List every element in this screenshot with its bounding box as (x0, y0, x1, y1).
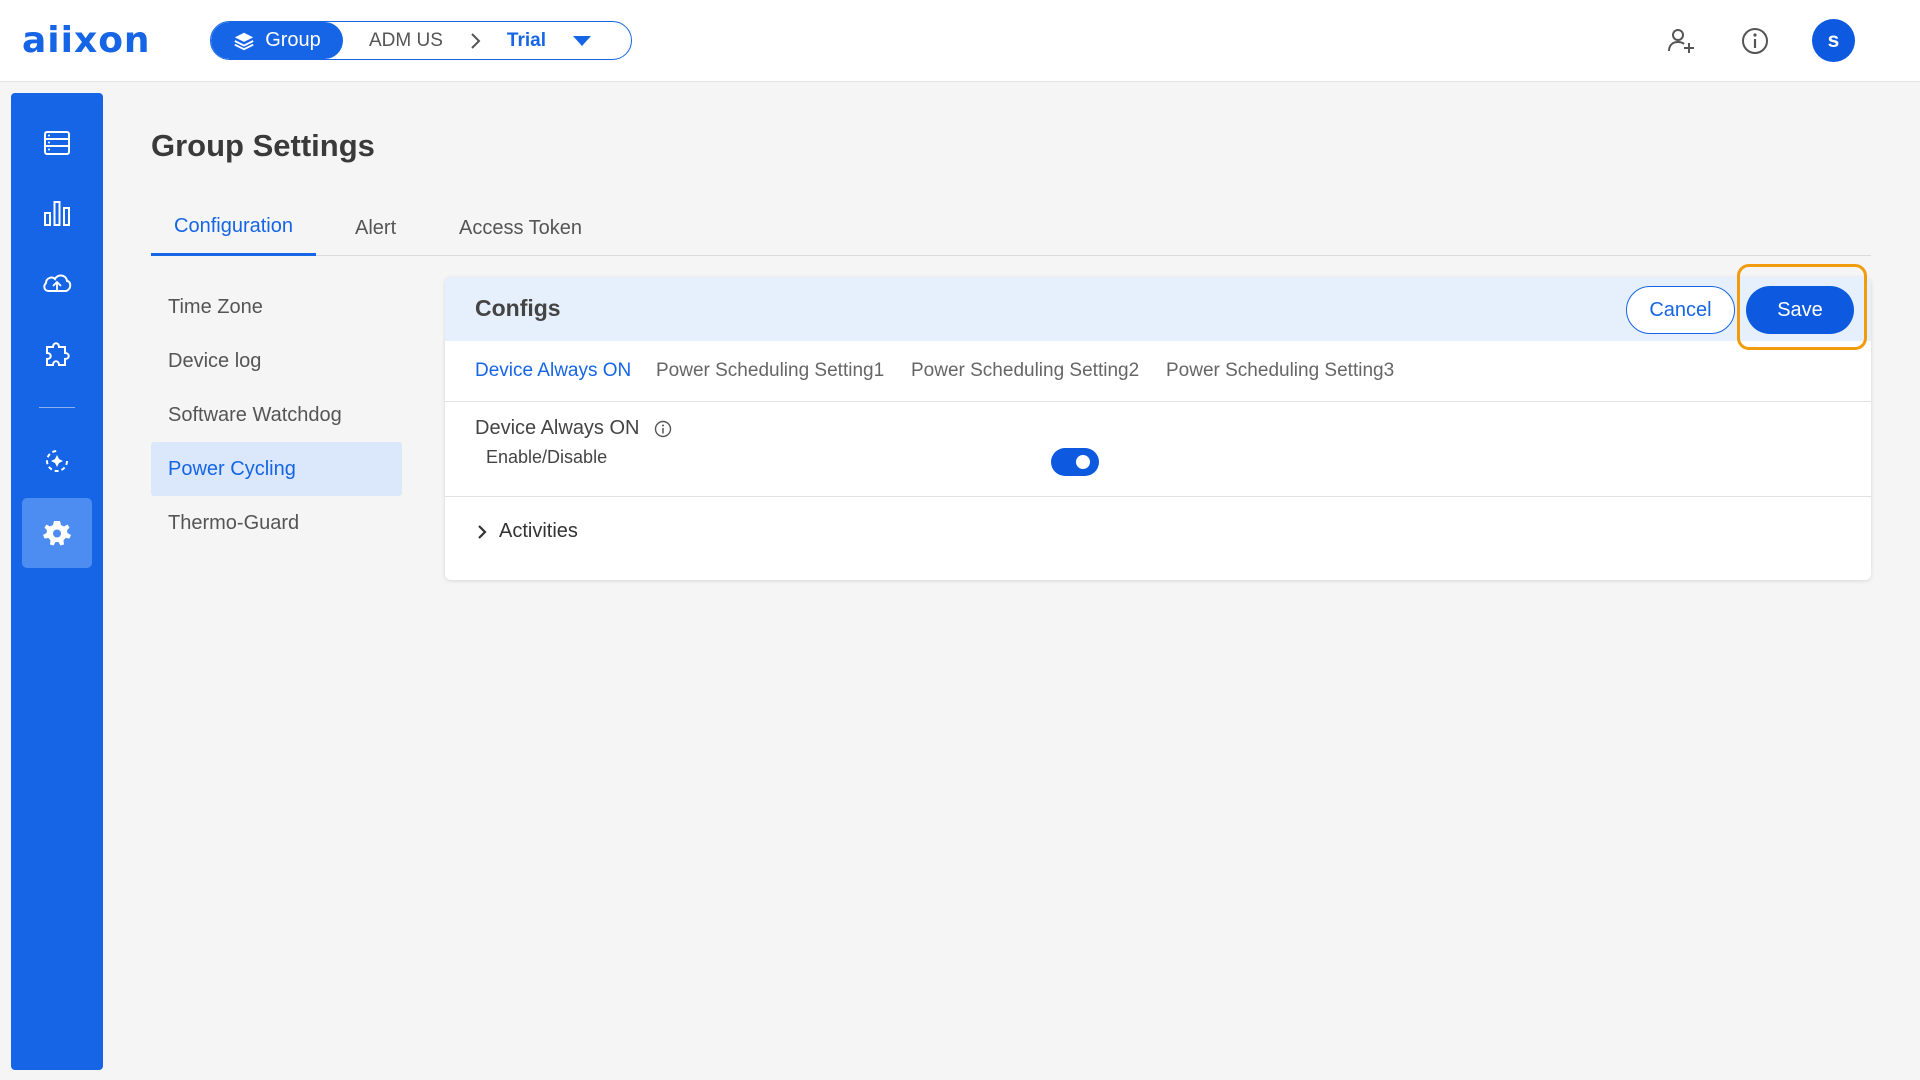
breadcrumb-project[interactable]: Trial (507, 30, 546, 52)
bar-chart-icon (44, 201, 70, 226)
tab-access-token[interactable]: Access Token (459, 200, 582, 256)
layers-icon (234, 32, 254, 50)
configs-title: Configs (475, 295, 561, 321)
tab-configuration[interactable]: Configuration (151, 200, 316, 256)
sidebar-item-dashboard[interactable] (22, 178, 92, 248)
ai-sparkle-icon (46, 450, 68, 472)
gear-icon (43, 521, 71, 546)
tab-power-scheduling-2[interactable]: Power Scheduling Setting2 (911, 341, 1139, 401)
sidebar-item-ai[interactable] (22, 426, 92, 496)
group-switch-button[interactable]: Group (211, 22, 343, 59)
sidebar-item-plugins[interactable] (22, 318, 92, 388)
sidebar-divider (39, 407, 75, 408)
app-logo[interactable]: aiixon (22, 20, 151, 61)
top-bar: aiixon Group ADM US Trial s (0, 0, 1920, 82)
subnav-item-software-watchdog[interactable]: Software Watchdog (151, 388, 402, 442)
caret-down-icon[interactable] (572, 35, 592, 47)
setting-sublabel: Enable/Disable (486, 447, 608, 467)
subnav-item-time-zone[interactable]: Time Zone (151, 280, 402, 334)
info-icon[interactable] (1736, 22, 1774, 60)
sidebar (11, 93, 103, 1070)
setting-label: Device Always ON (475, 417, 672, 440)
group-label: Group (265, 29, 321, 51)
tab-power-scheduling-3[interactable]: Power Scheduling Setting3 (1166, 341, 1394, 401)
activities-expander[interactable]: Activities (475, 520, 578, 543)
subnav-item-power-cycling[interactable]: Power Cycling (151, 442, 402, 496)
breadcrumb-org[interactable]: ADM US (369, 30, 443, 52)
avatar[interactable]: s (1812, 19, 1855, 62)
tab-device-always-on[interactable]: Device Always ON (475, 341, 631, 401)
breadcrumb: Group ADM US Trial (210, 21, 632, 60)
subnav-item-thermo-guard[interactable]: Thermo-Guard (151, 496, 402, 550)
setting-label-text: Device Always ON (475, 417, 640, 439)
cancel-button[interactable]: Cancel (1626, 286, 1735, 334)
sidebar-item-devices[interactable] (22, 108, 92, 178)
info-icon[interactable] (654, 420, 672, 438)
activities-label: Activities (499, 520, 578, 542)
config-subnav: Time Zone Device log Software Watchdog P… (151, 280, 402, 550)
divider (445, 496, 1871, 497)
device-always-on-toggle[interactable] (1051, 448, 1099, 476)
save-highlight (1737, 264, 1867, 350)
sidebar-item-cloud-sync[interactable] (22, 248, 92, 318)
configs-header: Configs Cancel Save (445, 277, 1871, 341)
chevron-right-icon (469, 32, 481, 50)
tab-alert[interactable]: Alert (355, 200, 396, 256)
sidebar-item-settings[interactable] (22, 498, 92, 568)
cloud-sync-icon (43, 274, 72, 292)
toggle-knob (1076, 455, 1090, 469)
server-icon (44, 131, 70, 155)
subnav-item-device-log[interactable]: Device log (151, 334, 402, 388)
add-user-icon[interactable] (1662, 22, 1700, 60)
configs-tabs: Device Always ON Power Scheduling Settin… (445, 341, 1871, 402)
tab-power-scheduling-1[interactable]: Power Scheduling Setting1 (656, 341, 884, 401)
puzzle-icon (46, 342, 70, 366)
page-title: Group Settings (151, 128, 375, 163)
settings-tabs: Configuration Alert Access Token (151, 200, 1871, 256)
configs-card: Configs Cancel Save Device Always ON Pow… (445, 277, 1871, 580)
chevron-right-icon (478, 524, 487, 539)
